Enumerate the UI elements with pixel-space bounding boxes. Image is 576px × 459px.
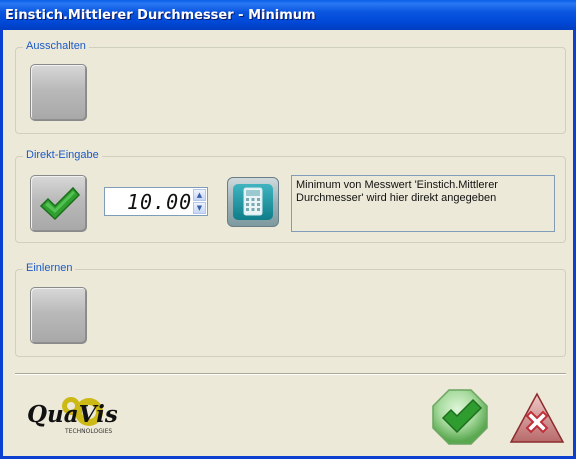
svg-text:QuaVis: QuaVis xyxy=(27,401,117,428)
ausschalten-button[interactable] xyxy=(30,64,87,121)
quavis-logo: QuaVis TECHNOLOGIES xyxy=(25,392,118,438)
ok-check-icon xyxy=(432,389,488,445)
window-title: Einstich.Mittlerer Durchmesser - Minimum xyxy=(5,7,316,23)
group-ausschalten-label: Ausschalten xyxy=(23,40,89,52)
check-icon xyxy=(39,186,81,221)
einlernen-button[interactable] xyxy=(30,287,87,344)
separator xyxy=(15,373,566,375)
group-ausschalten: Ausschalten xyxy=(15,40,566,134)
info-text: Minimum von Messwert 'Einstich.Mittlerer… xyxy=(291,175,555,232)
value-spinbox[interactable]: 10.00 ▲ ▼ xyxy=(104,187,208,216)
spin-down-icon[interactable]: ▼ xyxy=(193,202,206,214)
cancel-x-icon xyxy=(509,392,565,443)
group-einlernen: Einlernen xyxy=(15,262,566,357)
calculator-icon xyxy=(233,184,273,220)
title-bar[interactable]: Einstich.Mittlerer Durchmesser - Minimum xyxy=(0,0,576,30)
spin-arrows: ▲ ▼ xyxy=(192,188,207,215)
value-input[interactable]: 10.00 xyxy=(127,190,192,214)
spin-up-icon[interactable]: ▲ xyxy=(193,189,206,201)
svg-text:TECHNOLOGIES: TECHNOLOGIES xyxy=(64,428,112,435)
direkt-eingabe-button[interactable] xyxy=(30,175,87,232)
group-direkt-eingabe: Direkt-Eingabe 10.00 ▲ ▼ Minimum von Mes… xyxy=(15,149,566,243)
dialog-window: Einstich.Mittlerer Durchmesser - Minimum… xyxy=(0,0,576,459)
group-einlernen-label: Einlernen xyxy=(23,262,76,274)
group-direkt-label: Direkt-Eingabe xyxy=(23,149,102,161)
cancel-button[interactable] xyxy=(509,390,565,446)
ok-button[interactable] xyxy=(431,388,489,446)
calculator-button[interactable] xyxy=(227,177,279,227)
